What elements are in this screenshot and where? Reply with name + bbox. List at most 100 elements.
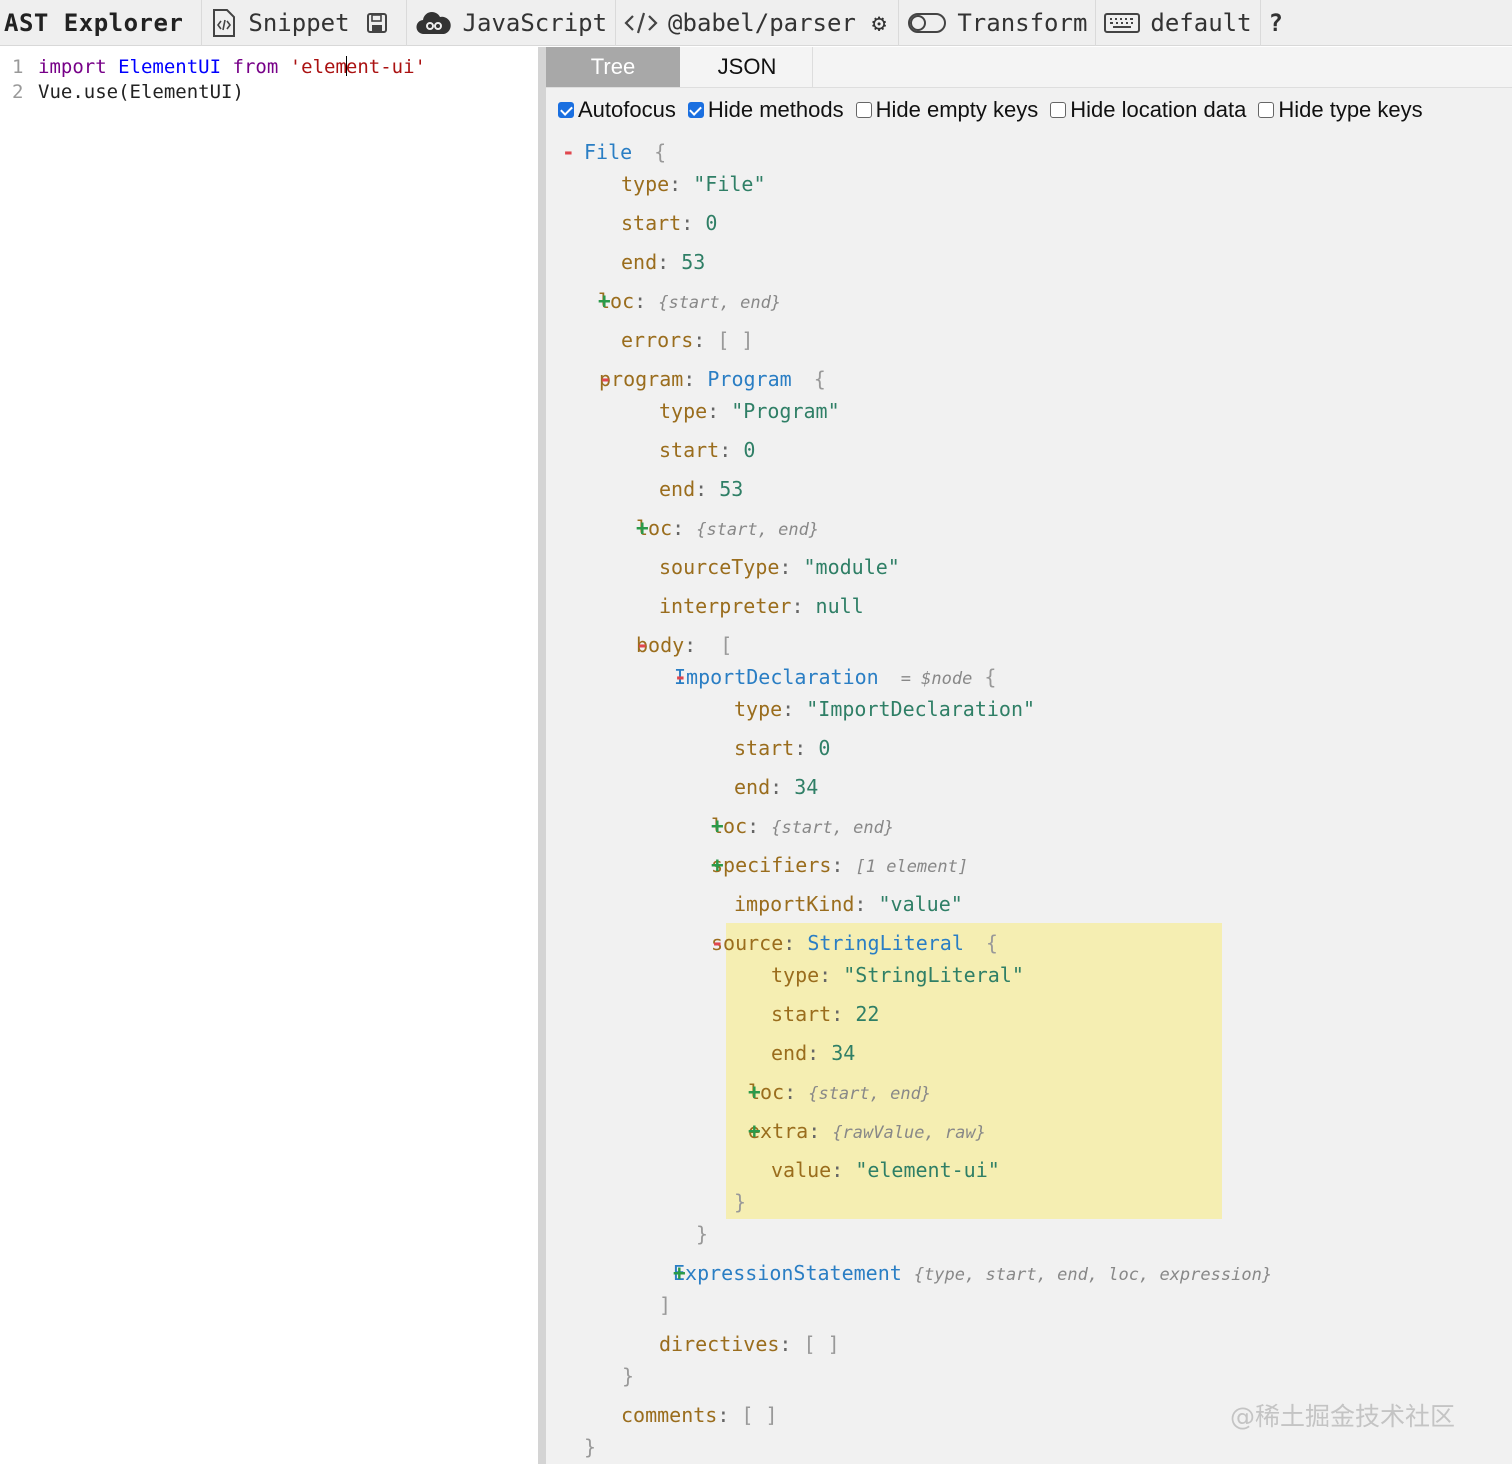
snippet-file-icon <box>210 8 238 38</box>
collapse-toggle[interactable]: - <box>711 928 724 958</box>
string-literal-rest: ent-ui' <box>345 56 426 78</box>
hide-type-keys-label: Hide type keys <box>1278 97 1423 122</box>
tree-prop-directives: directives: [ ] <box>659 1329 840 1359</box>
prop-key: sourceType <box>659 555 780 579</box>
hide-methods-label: Hide methods <box>707 97 844 122</box>
prop-key: importKind <box>734 892 855 916</box>
hide-type-keys-option[interactable]: Hide type keys <box>1258 97 1423 123</box>
collapse-toggle[interactable]: - <box>636 630 649 660</box>
prop-value: null <box>815 594 864 618</box>
prop-key: specifiers <box>711 853 832 877</box>
tree-prop-extra[interactable]: + extra: {rawValue, raw} <box>748 1116 986 1146</box>
output-tabs: Tree JSON <box>546 47 1512 88</box>
collapsed-summary: {start, end} <box>658 293 782 313</box>
collapse-toggle[interactable]: - <box>674 662 687 692</box>
prop-value: 34 <box>831 1041 856 1065</box>
hide-type-keys-checkbox[interactable] <box>1258 102 1275 118</box>
tree-node-expressionstatement[interactable]: + ExpressionStatement {type, start, end,… <box>673 1258 1272 1288</box>
hide-location-checkbox[interactable] <box>1050 102 1067 118</box>
save-button[interactable] <box>358 0 406 46</box>
gear-icon: ⚙ <box>871 8 887 37</box>
expand-toggle[interactable]: + <box>711 811 724 841</box>
collapsed-summary: {start, end} <box>808 1084 932 1104</box>
prop-key: type <box>771 963 820 987</box>
tab-tree[interactable]: Tree <box>546 47 680 87</box>
snippet-menu[interactable]: Snippet <box>201 0 357 46</box>
language-menu[interactable]: JavaScript <box>405 0 616 46</box>
colon: : <box>770 775 783 799</box>
tab-json[interactable]: JSON <box>682 47 813 87</box>
expand-toggle[interactable]: + <box>711 850 724 880</box>
node-type-name: File <box>584 140 633 164</box>
hide-methods-checkbox[interactable] <box>687 102 704 118</box>
colon: : <box>719 438 732 462</box>
code-editor[interactable]: 1 import ElementUI from 'element-ui' 2 Vue… <box>0 47 538 1464</box>
transform-menu[interactable]: Transform <box>898 0 1095 46</box>
colon: : <box>831 1158 844 1182</box>
hide-empty-keys-checkbox[interactable] <box>855 102 872 118</box>
tree-prop-loc[interactable]: + loc: {start, end} <box>711 811 894 841</box>
help-button[interactable]: ? <box>1259 0 1291 46</box>
prop-key: start <box>621 211 682 235</box>
keymap-menu[interactable]: default <box>1095 0 1259 46</box>
tree-node-importdeclaration[interactable]: - ImportDeclaration = $node { <box>674 662 996 692</box>
prop-key: end <box>734 775 771 799</box>
prop-key: end <box>771 1041 808 1065</box>
toolbar: AST Explorer Snippet JavaScript @babel/p… <box>0 0 1512 46</box>
colon: : <box>819 963 832 987</box>
node-type-name: ExpressionStatement <box>673 1261 902 1285</box>
tree-prop-specifiers[interactable]: + specifiers: [1 element] <box>711 850 968 880</box>
autofocus-checkbox[interactable] <box>558 102 574 118</box>
prop-value: 0 <box>743 438 756 462</box>
parser-menu[interactable]: @babel/parser <box>615 0 864 46</box>
prop-key: directives <box>659 1332 780 1356</box>
expand-toggle[interactable]: + <box>673 1258 686 1288</box>
expand-toggle[interactable]: + <box>636 513 649 543</box>
empty-array: [ ] <box>717 328 754 352</box>
parser-settings-button[interactable]: ⚙ <box>864 0 898 46</box>
tree-prop-loc[interactable]: + loc: {start, end} <box>748 1077 931 1107</box>
tree-prop-type: type: "Program" <box>659 396 840 426</box>
collapse-toggle[interactable]: - <box>562 137 575 167</box>
colon: : <box>707 399 720 423</box>
tree-prop-interpreter: interpreter: null <box>659 591 864 621</box>
code-line-2[interactable]: 2 Vue.use(ElementUI) <box>0 80 538 105</box>
open-brace: { <box>813 367 826 391</box>
prop-key: type <box>734 697 783 721</box>
open-brace: { <box>654 140 667 164</box>
expand-toggle[interactable]: + <box>598 286 611 316</box>
empty-array: [ ] <box>741 1403 778 1427</box>
close-brace-text: } <box>622 1364 635 1388</box>
ast-output-pane: Tree JSON Autofocus Hide methods Hide em… <box>546 47 1512 1464</box>
colon: : <box>717 1403 730 1427</box>
tree-prop-loc[interactable]: + loc: {start, end} <box>636 513 819 543</box>
colon: : <box>693 328 706 352</box>
tree-prop-end: end: 53 <box>659 474 743 504</box>
code-line-1[interactable]: 1 import ElementUI from 'element-ui' <box>0 55 538 80</box>
expand-toggle[interactable]: + <box>748 1077 761 1107</box>
pane-divider[interactable] <box>538 47 546 1464</box>
hide-methods-option[interactable]: Hide methods <box>687 97 844 123</box>
tree-prop-program[interactable]: - program: Program{ <box>599 364 826 394</box>
prop-value: "ImportDeclaration" <box>806 697 1036 721</box>
tree-prop-body[interactable]: - body: [ <box>636 630 732 660</box>
tree-node-file[interactable]: - File { <box>562 137 666 167</box>
node-reference: = $node <box>900 669 973 689</box>
tree-prop-type: type: "File" <box>621 169 766 199</box>
colon: : <box>783 931 796 955</box>
collapse-toggle[interactable]: - <box>599 364 612 394</box>
prop-key: interpreter <box>659 594 792 618</box>
hide-location-option[interactable]: Hide location data <box>1050 97 1246 123</box>
colon: : <box>794 736 807 760</box>
prop-value: 53 <box>681 250 706 274</box>
tree-prop-start: start: 22 <box>771 999 879 1029</box>
colon: : <box>681 211 694 235</box>
hide-empty-keys-option[interactable]: Hide empty keys <box>855 97 1038 123</box>
tree-prop-source[interactable]: - source: StringLiteral{ <box>711 928 998 958</box>
expand-toggle[interactable]: + <box>748 1116 761 1146</box>
tree-prop-importkind: importKind: "value" <box>734 889 963 919</box>
open-brace: { <box>984 665 997 689</box>
tree-prop-loc[interactable]: + loc: {start, end} <box>598 286 781 316</box>
autofocus-option[interactable]: Autofocus <box>558 97 676 123</box>
colon: : <box>672 516 685 540</box>
